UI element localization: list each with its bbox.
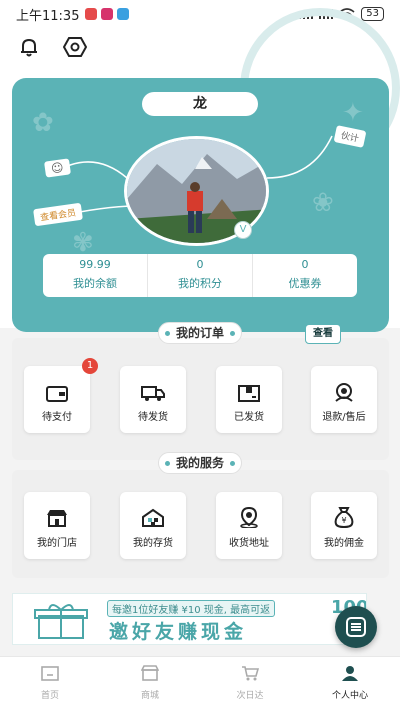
tab-label: 首页 — [40, 691, 59, 701]
upload-notification-icon — [117, 8, 130, 20]
profile-card: ✿ ❀ ✾ ✦ 龙 V ☺ 查看会员 伙计 99.99 我的余额 0 我的积分 … — [12, 78, 389, 332]
status-time: 上午11:35 — [16, 8, 80, 24]
tab-label: 次日达 — [236, 691, 264, 701]
orders-section-title: 我的订单 — [158, 322, 242, 344]
view-orders-button[interactable]: 查看 — [305, 324, 341, 344]
username-pill: 龙 — [142, 92, 258, 116]
stat-value: 0 — [196, 258, 204, 271]
wallet-icon — [46, 386, 68, 402]
service-my-commission[interactable]: ¥ 我的佣金 — [311, 492, 377, 559]
money-bag-icon: ¥ — [334, 507, 354, 528]
invite-banner[interactable]: 每邀1位好友赚 ¥10 现金, 最高可返 邀好友赚现金 100 — [12, 593, 367, 645]
app-notification-icon — [101, 8, 114, 20]
order-pending-shipment[interactable]: 待发货 — [120, 366, 186, 433]
services-section-title: 我的服务 — [158, 452, 242, 474]
tile-label: 我的佣金 — [324, 538, 364, 549]
gift-icon — [34, 604, 88, 639]
bottom-tab-bar: 首页 商城 次日达 个人中心 — [0, 656, 400, 711]
stats-bar: 99.99 我的余额 0 我的积分 0 优惠券 — [43, 254, 357, 297]
tile-label: 退款/售后 — [322, 412, 366, 423]
pending-payment-badge: 1 — [82, 358, 98, 374]
person-icon — [342, 666, 358, 681]
tab-label: 商城 — [140, 691, 159, 701]
order-refund[interactable]: 退款/售后 — [311, 366, 377, 433]
tile-label: 我的存货 — [133, 538, 173, 549]
verified-badge: V — [234, 221, 252, 239]
stat-coupons[interactable]: 0 优惠券 — [252, 254, 357, 297]
app-notification-icon — [85, 8, 98, 20]
stat-points[interactable]: 0 我的积分 — [147, 254, 252, 297]
tab-home[interactable]: 首页 — [0, 657, 100, 711]
smile-tag[interactable]: ☺ — [44, 158, 71, 178]
store-icon — [47, 510, 67, 527]
banner-subtitle: 每邀1位好友赚 ¥10 现金, 最高可返 — [107, 600, 276, 617]
service-shipping-address[interactable]: 收货地址 — [216, 492, 282, 559]
package-icon — [238, 385, 260, 402]
stat-label: 我的余额 — [73, 277, 117, 290]
header-actions — [16, 34, 88, 60]
tab-shop[interactable]: 商城 — [100, 657, 200, 711]
tab-label: 个人中心 — [331, 691, 368, 701]
stat-value: 0 — [301, 258, 309, 271]
tile-label: 已发货 — [234, 412, 264, 423]
notification-bell-icon[interactable] — [16, 34, 42, 60]
order-shipped[interactable]: 已发货 — [216, 366, 282, 433]
tile-label: 我的门店 — [37, 538, 77, 549]
home-icon — [41, 666, 59, 681]
stat-balance[interactable]: 99.99 我的余额 — [43, 254, 147, 297]
list-icon — [346, 617, 366, 637]
cart-icon — [242, 666, 260, 681]
tile-label: 待支付 — [42, 412, 72, 423]
stat-label: 优惠券 — [288, 277, 322, 290]
banner-title: 邀好友赚现金 — [109, 621, 248, 643]
service-my-inventory[interactable]: 我的存货 — [120, 492, 186, 559]
tile-label: 收货地址 — [229, 538, 269, 549]
stat-label: 我的积分 — [178, 277, 222, 290]
settings-icon[interactable] — [62, 34, 88, 60]
shop-icon — [140, 665, 160, 681]
stat-value: 99.99 — [79, 258, 111, 271]
menu-fab-button[interactable] — [335, 606, 377, 648]
battery-indicator: 53 — [361, 7, 384, 21]
tab-profile[interactable]: 个人中心 — [300, 657, 400, 711]
svg-text:¥: ¥ — [341, 516, 346, 525]
warehouse-icon — [142, 508, 164, 527]
tile-label: 待发货 — [138, 412, 168, 423]
truck-icon — [141, 386, 165, 401]
order-pending-payment[interactable]: 待支付 — [24, 366, 90, 433]
tab-next-day[interactable]: 次日达 — [200, 657, 300, 711]
service-my-store[interactable]: 我的门店 — [24, 492, 90, 559]
support-icon — [335, 383, 353, 402]
location-icon — [240, 506, 258, 528]
